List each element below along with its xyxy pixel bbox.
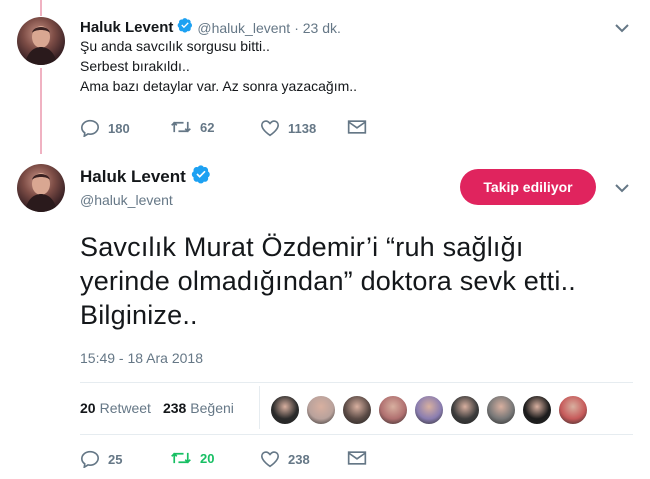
- tweet2-text: Savcılık Murat Özdemir’i “ruh sağlığı ye…: [80, 230, 576, 332]
- reply-button[interactable]: 25: [80, 450, 122, 468]
- like-count: 238: [288, 451, 310, 467]
- liker-avatar[interactable]: [378, 395, 408, 425]
- engagement-stats: 20 Retweet 238 Beğeni: [80, 400, 234, 416]
- retweet-icon: [171, 121, 191, 133]
- author-handle[interactable]: @haluk_levent: [80, 192, 173, 208]
- stats-separator: [259, 386, 260, 429]
- reply-count: 25: [108, 451, 123, 467]
- direct-message-button[interactable]: [347, 450, 375, 466]
- liker-avatars: [270, 395, 594, 425]
- liker-avatar[interactable]: [306, 395, 336, 425]
- heart-icon: [260, 451, 280, 468]
- tweet2-line: yerinde olmadığından” doktora sevk etti.…: [80, 266, 576, 296]
- liker-avatar[interactable]: [270, 395, 300, 425]
- like-label[interactable]: Beğeni: [190, 400, 234, 416]
- following-button[interactable]: Takip ediliyor: [460, 169, 596, 205]
- tweet-timestamp[interactable]: 15:49 - 18 Ara 2018: [80, 350, 203, 366]
- tweet2-actions: 25 20 238: [80, 450, 380, 470]
- thread-line: [40, 68, 42, 154]
- author-handle[interactable]: @haluk_levent: [197, 20, 290, 36]
- like-button[interactable]: 238: [260, 450, 310, 468]
- tweet-time[interactable]: · 23 dk.: [294, 20, 341, 36]
- retweet-total[interactable]: 20: [80, 400, 96, 416]
- avatar[interactable]: [17, 164, 65, 212]
- verified-badge-icon: [177, 17, 193, 38]
- reply-button[interactable]: 180: [80, 119, 130, 137]
- reply-icon: [80, 450, 100, 468]
- like-count: 1138: [288, 120, 317, 136]
- retweet-count: 20: [200, 450, 215, 466]
- liker-avatar[interactable]: [486, 395, 516, 425]
- avatar[interactable]: [17, 17, 65, 65]
- like-button[interactable]: 1138: [260, 119, 316, 137]
- tweet2-line: Bilginize..: [80, 300, 198, 330]
- liker-avatar[interactable]: [558, 395, 588, 425]
- envelope-icon: [347, 451, 367, 465]
- tweet2-menu-chevron-icon[interactable]: [614, 180, 630, 201]
- liker-avatar[interactable]: [522, 395, 552, 425]
- retweet-button[interactable]: 62: [170, 119, 214, 135]
- divider: [80, 382, 633, 383]
- direct-message-button[interactable]: [347, 119, 375, 135]
- retweet-label[interactable]: Retweet: [100, 400, 151, 416]
- reply-count: 180: [108, 120, 130, 136]
- retweet-count: 62: [200, 119, 215, 135]
- tweet1-line: Ama bazı detaylar var. Az sonra yazacağı…: [80, 78, 358, 94]
- tweet1-line: Serbest bırakıldı..: [80, 58, 190, 74]
- author-name[interactable]: Haluk Levent: [80, 167, 186, 187]
- tweet1-text: Şu anda savcılık sorgusu bitti.. Serbest…: [80, 36, 357, 96]
- verified-badge-icon: [191, 164, 211, 189]
- like-total[interactable]: 238: [163, 400, 186, 416]
- tweet1-line: Şu anda savcılık sorgusu bitti..: [80, 38, 270, 54]
- divider: [80, 434, 633, 435]
- liker-avatar[interactable]: [342, 395, 372, 425]
- author-name[interactable]: Haluk Levent: [80, 19, 173, 36]
- tweet1-header: Haluk Levent @haluk_levent · 23 dk.: [80, 17, 341, 38]
- avatar-photo: [25, 26, 57, 65]
- tweet1-actions: 180 62 1138: [80, 119, 380, 139]
- tweet1-menu-chevron-icon[interactable]: [614, 20, 630, 41]
- avatar-photo: [25, 173, 57, 212]
- liker-avatar[interactable]: [414, 395, 444, 425]
- envelope-icon: [347, 120, 367, 134]
- heart-icon: [260, 120, 280, 137]
- retweet-icon: [171, 452, 191, 464]
- thread-line-top: [40, 0, 42, 16]
- retweet-button[interactable]: 20: [170, 450, 214, 466]
- tweet2-header: Haluk Levent: [80, 164, 211, 189]
- reply-icon: [80, 119, 100, 137]
- liker-avatar[interactable]: [450, 395, 480, 425]
- tweet2-line: Savcılık Murat Özdemir’i “ruh sağlığı: [80, 232, 524, 262]
